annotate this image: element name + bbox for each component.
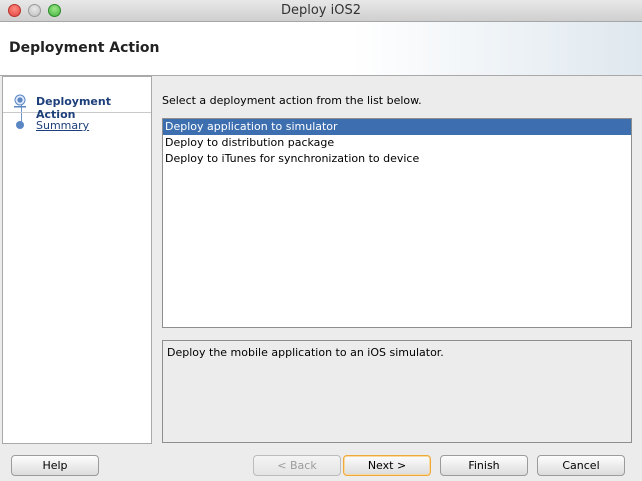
- help-button[interactable]: Help: [11, 455, 99, 476]
- step-summary[interactable]: Summary: [3, 114, 151, 136]
- pending-step-icon: [16, 121, 24, 129]
- action-description: Deploy the mobile application to an iOS …: [162, 340, 632, 443]
- list-item[interactable]: Deploy to distribution package: [163, 135, 631, 151]
- wizard-steps-panel: Deployment Action Summary: [2, 76, 152, 444]
- wizard-header: Deployment Action: [0, 22, 642, 76]
- back-button[interactable]: < Back: [253, 455, 341, 476]
- deployment-action-list[interactable]: Deploy application to simulator Deploy t…: [162, 118, 632, 328]
- list-item[interactable]: Deploy to iTunes for synchronization to …: [163, 151, 631, 167]
- window-title: Deploy iOS2: [280, 3, 362, 18]
- page-title: Deployment Action: [9, 40, 160, 56]
- step-deployment-action[interactable]: Deployment Action: [3, 90, 151, 121]
- cancel-button[interactable]: Cancel: [537, 455, 625, 476]
- title-bar: Deploy iOS2: [0, 0, 642, 22]
- next-button[interactable]: Next >: [343, 455, 431, 476]
- instruction-text: Select a deployment action from the list…: [162, 94, 422, 107]
- step-label: Summary: [36, 119, 90, 132]
- list-item[interactable]: Deploy application to simulator: [163, 119, 631, 135]
- current-step-icon: [14, 94, 26, 108]
- finish-button[interactable]: Finish: [440, 455, 528, 476]
